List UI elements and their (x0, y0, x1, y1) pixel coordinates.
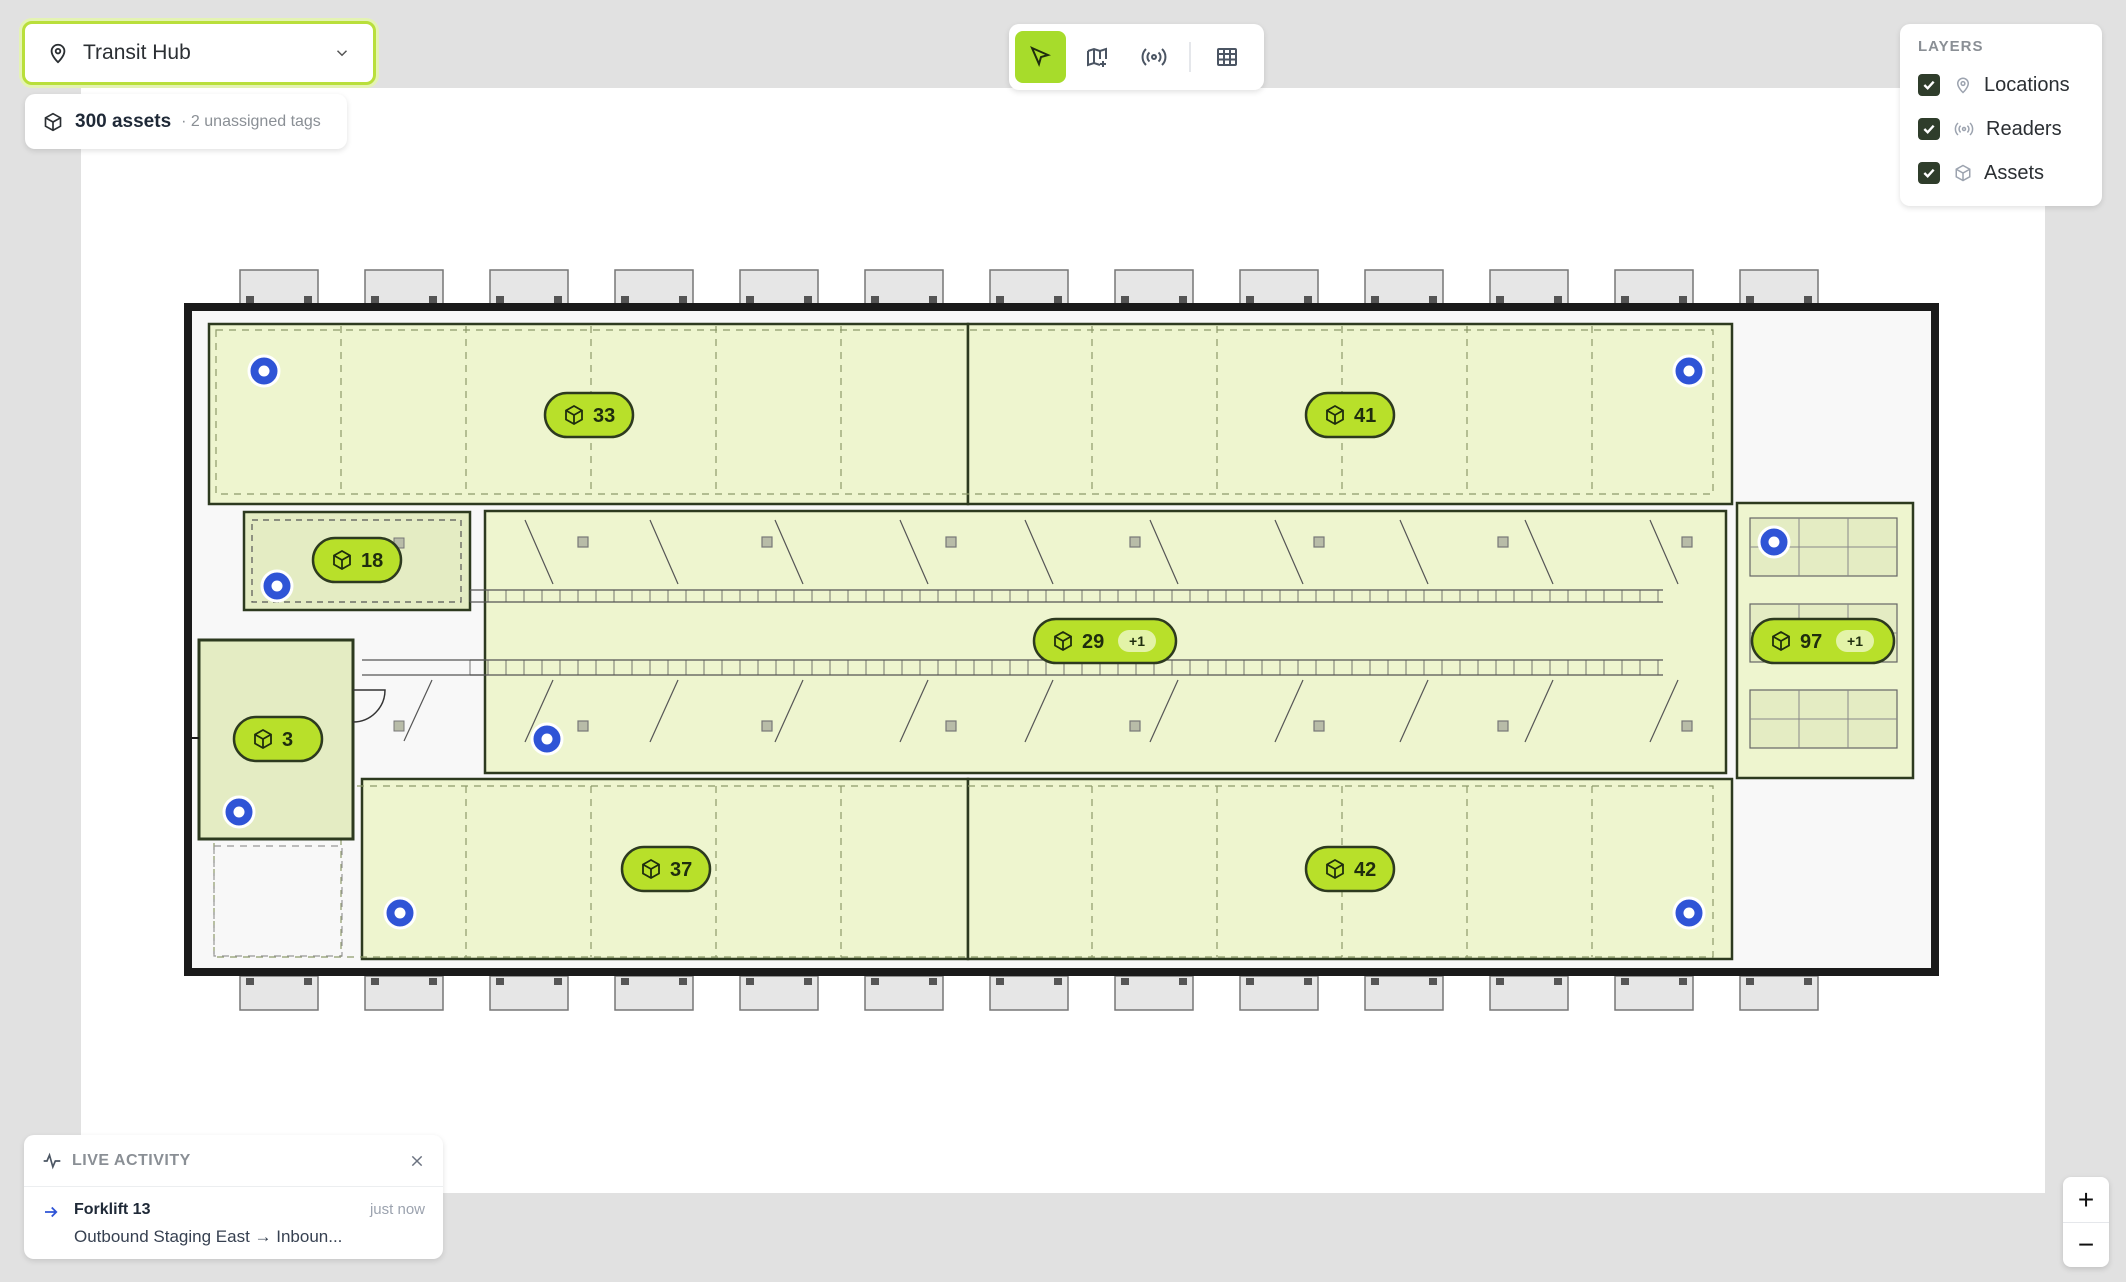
broadcast-icon (1954, 122, 1974, 136)
zone-asset-count: 29 (1082, 631, 1104, 653)
box-icon (44, 112, 62, 131)
asset-count: 300 assets (75, 110, 172, 132)
layers-panel: LAYERS Locations Readers Assets (1900, 24, 2102, 206)
pulse-icon (43, 1152, 61, 1169)
zone-asset-count: 37 (670, 859, 692, 881)
zoom-out-button[interactable]: − (2063, 1222, 2109, 1267)
zoom-in-button[interactable]: + (2063, 1177, 2109, 1222)
unassigned-tags: · 2 unassigned tags (181, 112, 321, 130)
live-activity-header: LIVE ACTIVITY (24, 1135, 443, 1187)
zone-bottom-left-asset-pill[interactable]: 37 (620, 845, 712, 893)
zone-top-left-asset-pill[interactable]: 33 (543, 391, 635, 439)
zone-asset-count: 33 (593, 405, 615, 427)
broadcast-icon (1141, 48, 1167, 66)
floor-plan: 33 41 18 29 +1 97 +1 3 37 42 (184, 269, 1939, 1011)
zone-extra-count: +1 (1129, 633, 1145, 649)
reader-marker[interactable] (383, 896, 417, 930)
map-pin-icon (50, 43, 66, 64)
zone-east-asset-pill[interactable]: 97 +1 (1750, 617, 1896, 665)
box-icon (1955, 164, 1971, 182)
zone-asset-count: 97 (1800, 631, 1822, 653)
live-activity-title: LIVE ACTIVITY (72, 1151, 191, 1169)
select-tool-button[interactable] (1015, 31, 1066, 83)
reader-marker[interactable] (530, 722, 564, 756)
add-location-button[interactable] (1072, 31, 1123, 83)
grid-view-button[interactable] (1201, 31, 1252, 83)
live-activity-panel: LIVE ACTIVITY Forklift 13 Outbound Stagi… (24, 1135, 443, 1259)
layer-assets-checkbox[interactable] (1918, 162, 1940, 184)
table-icon (1216, 48, 1237, 66)
reader-marker[interactable] (247, 354, 281, 388)
activity-route: Outbound Staging East → Inboun... (74, 1227, 343, 1246)
zone-top-right-asset-pill[interactable]: 41 (1304, 391, 1396, 439)
zone-asset-count: 41 (1354, 405, 1376, 427)
reader-marker[interactable] (1757, 525, 1791, 559)
site-selector-value: Transit Hub (83, 41, 191, 64)
zone-west-asset-pill[interactable]: 3 (232, 715, 324, 763)
layer-locations[interactable]: Locations (1918, 63, 2084, 107)
asset-summary: 300 assets · 2 unassigned tags (25, 94, 347, 149)
activity-asset-name: Forklift 13 (74, 1201, 151, 1218)
activity-item[interactable]: Forklift 13 Outbound Staging East → Inbo… (24, 1187, 443, 1247)
cursor-icon (1030, 46, 1052, 67)
zone-middle-asset-pill[interactable]: 29 +1 (1032, 617, 1178, 665)
reader-marker[interactable] (1672, 896, 1706, 930)
map-toolbar (1009, 24, 1264, 90)
layer-label: Assets (1984, 161, 2045, 184)
zone-office-asset-pill[interactable]: 18 (311, 536, 403, 584)
zone-bottom-right-asset-pill[interactable]: 42 (1304, 845, 1396, 893)
map-pin-icon (1956, 77, 1970, 94)
zoom-controls: + − (2063, 1177, 2109, 1267)
toolbar-divider (1189, 42, 1192, 72)
zone-asset-count: 42 (1354, 859, 1376, 881)
zone-extra-count: +1 (1847, 633, 1863, 649)
zone-asset-count: 3 (282, 729, 293, 751)
reader-tool-button[interactable] (1129, 31, 1180, 83)
site-selector[interactable]: Transit Hub (22, 21, 376, 85)
layers-title: LAYERS (1918, 38, 1984, 55)
layer-locations-checkbox[interactable] (1918, 74, 1940, 96)
layer-label: Locations (1984, 73, 2070, 96)
reader-marker[interactable] (260, 569, 294, 603)
layer-assets[interactable]: Assets (1918, 151, 2084, 195)
map-plus-icon (1087, 47, 1108, 67)
zone-asset-count: 18 (361, 550, 383, 572)
reader-marker[interactable] (1672, 354, 1706, 388)
chevron-down-icon (336, 50, 348, 57)
close-icon[interactable] (409, 1153, 425, 1169)
layer-label: Readers (1986, 117, 2062, 140)
arrow-right-icon (45, 1206, 58, 1218)
reader-marker[interactable] (222, 795, 256, 829)
layer-readers[interactable]: Readers (1918, 107, 2084, 151)
layer-readers-checkbox[interactable] (1918, 118, 1940, 140)
activity-time: just now (369, 1201, 425, 1218)
